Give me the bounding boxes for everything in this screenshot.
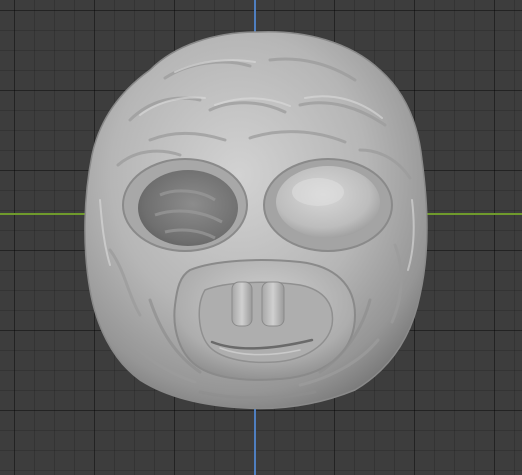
left-tooth bbox=[231, 281, 253, 327]
right-eye-highlight bbox=[292, 178, 344, 206]
right-tooth bbox=[261, 281, 285, 327]
sculpted-head-mesh[interactable] bbox=[0, 0, 522, 475]
3d-viewport[interactable] bbox=[0, 0, 522, 475]
left-eye-hole bbox=[138, 170, 238, 246]
